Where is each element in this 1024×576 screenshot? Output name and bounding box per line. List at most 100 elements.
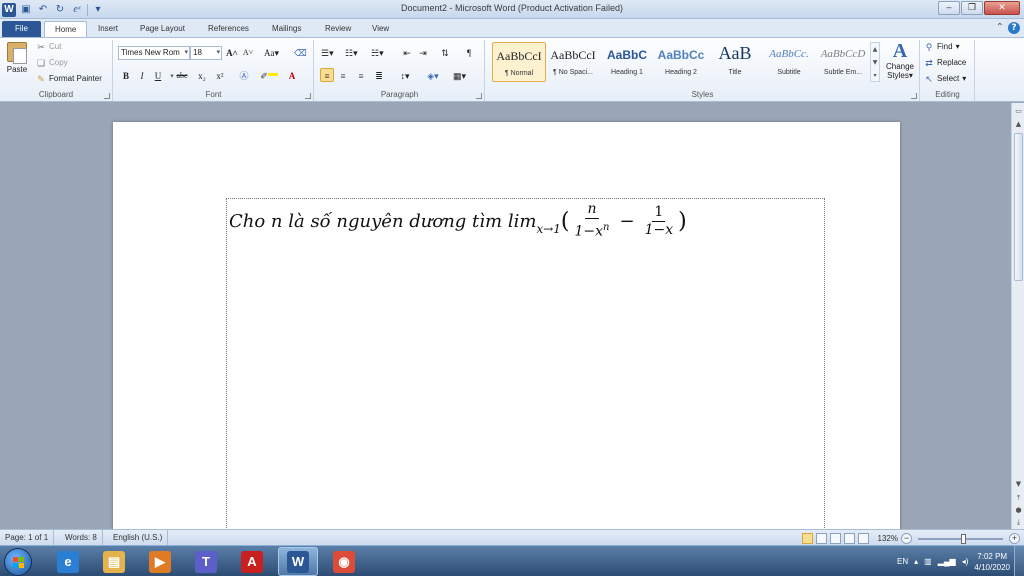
highlight-icon[interactable]: ✐	[258, 69, 270, 83]
style-title[interactable]: AaB Title	[708, 42, 762, 82]
volume-icon[interactable]: ◂)	[962, 557, 969, 566]
taskbar-acrobat-button[interactable]: A	[232, 547, 272, 576]
copy-button[interactable]: ❏ Copy	[36, 56, 68, 70]
ruler-toggle-icon[interactable]: ▭	[1013, 106, 1024, 117]
align-left-icon[interactable]: ≡	[320, 68, 334, 82]
line-spacing-icon[interactable]: ↕▾	[399, 69, 411, 83]
scroll-down-icon[interactable]: ▼	[1013, 479, 1024, 490]
italic-button[interactable]: I	[136, 69, 148, 83]
tab-mailings[interactable]: Mailings	[262, 21, 311, 37]
document-page[interactable]: Cho n là số nguyên dương tìm lim x→1 ( n…	[113, 122, 900, 529]
start-button[interactable]	[4, 548, 32, 576]
equation-container[interactable]: Cho n là số nguyên dương tìm lim x→1 ( n…	[226, 198, 825, 529]
bullets-icon[interactable]: ☰▾	[321, 46, 334, 60]
paste-button[interactable]: Paste	[4, 42, 30, 86]
print-layout-icon[interactable]	[801, 533, 813, 544]
underline-button[interactable]: U	[152, 69, 164, 83]
taskbar-explorer-button[interactable]: ▤	[94, 547, 134, 576]
shading-icon[interactable]: ◈▾	[427, 69, 439, 83]
signal-icon[interactable]: ▂▄▆	[938, 557, 956, 566]
scrollbar-thumb[interactable]	[1014, 133, 1023, 281]
zoom-out-icon[interactable]: −	[901, 533, 912, 544]
show-formatting-button[interactable]: ¶	[463, 46, 475, 60]
minimize-ribbon-icon[interactable]: ⌃	[996, 22, 1004, 34]
web-layout-icon[interactable]	[829, 533, 841, 544]
zoom-in-icon[interactable]: +	[1009, 533, 1020, 544]
zoom-level[interactable]: 132%	[878, 531, 898, 546]
font-color-button[interactable]: A	[286, 69, 298, 83]
tab-page-layout[interactable]: Page Layout	[130, 21, 195, 37]
increase-indent-icon[interactable]: ⇥	[417, 46, 429, 60]
clear-formatting-icon[interactable]: ⌫	[294, 46, 307, 60]
zoom-slider[interactable]	[918, 533, 1003, 544]
tab-view[interactable]: View	[362, 21, 399, 37]
style-subtle-emphasis[interactable]: AaBbCcD Subtle Em...	[816, 42, 870, 82]
minimize-button[interactable]: ‒	[938, 1, 960, 15]
strikethrough-button[interactable]: abc	[176, 69, 188, 83]
taskbar-ie-button[interactable]: e	[48, 547, 88, 576]
tab-insert[interactable]: Insert	[88, 21, 128, 37]
style-no-spacing[interactable]: AaBbCcI ¶ No Spaci...	[546, 42, 600, 82]
style-normal[interactable]: AaBbCcI ¶ Normal	[492, 42, 546, 82]
close-button[interactable]: ✕	[984, 1, 1020, 15]
change-styles-button[interactable]: A Change Styles▾	[882, 40, 918, 84]
tab-references[interactable]: References	[198, 21, 259, 37]
align-center-icon[interactable]: ≡	[337, 69, 349, 83]
help-icon[interactable]: ?	[1008, 22, 1020, 34]
multilevel-list-icon[interactable]: ☵▾	[371, 46, 384, 60]
restore-button[interactable]: ❐	[961, 1, 983, 15]
cut-button[interactable]: ✂ Cut	[36, 40, 61, 54]
language-bar[interactable]: EN	[897, 557, 908, 566]
font-name-input[interactable]: Times New Rom ▾	[118, 46, 190, 60]
tab-home[interactable]: Home	[44, 21, 88, 37]
taskbar-word-button[interactable]: W	[278, 547, 318, 576]
superscript-button[interactable]: x²	[214, 69, 226, 83]
network-icon[interactable]: ▥	[924, 557, 932, 566]
borders-icon[interactable]: ▦▾	[453, 69, 466, 83]
zoom-slider-knob[interactable]	[961, 533, 966, 544]
align-right-icon[interactable]: ≡	[355, 69, 367, 83]
tab-review[interactable]: Review	[315, 21, 361, 37]
style-subtitle[interactable]: AaBbCc. Subtitle	[762, 42, 816, 82]
clock[interactable]: 7:02 PM 4/10/2020	[974, 551, 1010, 573]
change-case-button[interactable]: Aa▾	[264, 46, 279, 60]
styles-launcher-icon[interactable]	[911, 93, 917, 99]
language-indicator[interactable]: English (U.S.)	[108, 530, 169, 545]
justify-icon[interactable]: ≣	[373, 69, 385, 83]
taskbar-media-button[interactable]: ▶	[140, 547, 180, 576]
paragraph-launcher-icon[interactable]	[476, 93, 482, 99]
scroll-up-icon[interactable]: ▲	[1013, 119, 1024, 130]
outline-view-icon[interactable]	[843, 533, 855, 544]
taskbar-chrome-button[interactable]: ◉	[324, 547, 364, 576]
show-desktop-button[interactable]	[1014, 546, 1024, 576]
sort-icon[interactable]: ⇅	[439, 46, 451, 60]
tab-file[interactable]: File	[2, 21, 41, 37]
word-count[interactable]: Words: 8	[60, 530, 103, 545]
equation-text[interactable]: Cho n là số nguyên dương tìm lim x→1 ( n…	[229, 201, 687, 241]
style-heading-2[interactable]: AaBbCc Heading 2	[654, 42, 708, 82]
numbering-icon[interactable]: ☷▾	[345, 46, 358, 60]
bold-button[interactable]: B	[120, 69, 132, 83]
subscript-button[interactable]: x₂	[196, 69, 208, 83]
full-screen-reading-icon[interactable]	[815, 533, 827, 544]
clipboard-launcher-icon[interactable]	[104, 93, 110, 99]
styles-gallery-scroll[interactable]: ▲ ▼ ▾	[870, 42, 880, 82]
next-page-icon[interactable]: ⤓	[1013, 517, 1024, 528]
font-size-input[interactable]: 18 ▾	[190, 46, 222, 60]
select-button[interactable]: ↖ Select ▾	[924, 72, 966, 86]
grow-font-button[interactable]: A˄	[226, 46, 238, 60]
format-painter-button[interactable]: ✎ Format Painter	[36, 72, 102, 86]
vertical-scrollbar[interactable]: ▭ ▲ ▼ ⤒ ● ⤓	[1011, 103, 1024, 529]
find-button[interactable]: ⚲ Find ▾	[924, 40, 960, 54]
previous-page-icon[interactable]: ⤒	[1013, 493, 1024, 504]
replace-button[interactable]: ⇄ Replace	[924, 56, 966, 70]
shrink-font-button[interactable]: A˅	[242, 46, 254, 60]
select-browse-object-icon[interactable]: ●	[1013, 505, 1024, 516]
show-hidden-icons[interactable]: ▴	[914, 557, 918, 566]
font-launcher-icon[interactable]	[305, 93, 311, 99]
style-heading-1[interactable]: AaBbC Heading 1	[600, 42, 654, 82]
text-effects-icon[interactable]: Ⓐ	[238, 69, 250, 83]
decrease-indent-icon[interactable]: ⇤	[401, 46, 413, 60]
taskbar-teams-button[interactable]: T	[186, 547, 226, 576]
page-count[interactable]: Page: 1 of 1	[0, 530, 55, 545]
